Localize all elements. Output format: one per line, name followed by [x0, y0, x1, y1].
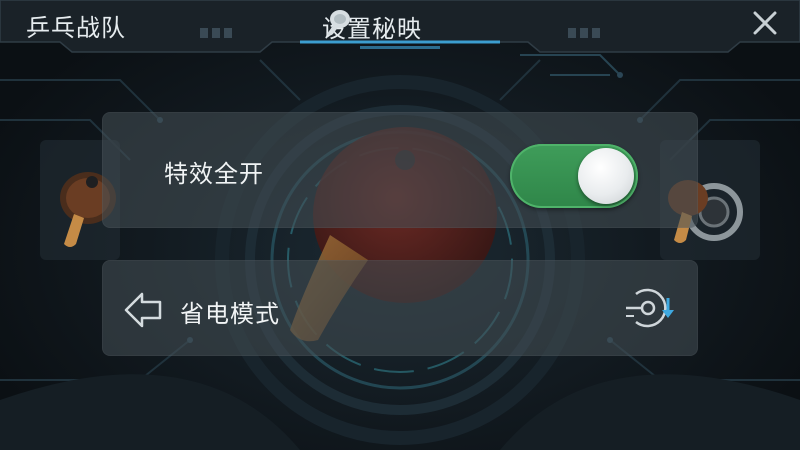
effects-toggle[interactable] [510, 144, 638, 208]
toggle-knob [578, 148, 634, 204]
effects-setting-row: 特效全开 [102, 112, 698, 228]
top-bar: 乒乓战队 设置秘映 [0, 0, 800, 53]
back-arrow-icon [124, 292, 162, 328]
settings-header: 设置秘映 [322, 8, 422, 44]
power-mode-button[interactable] [622, 284, 678, 332]
target-download-icon [626, 288, 674, 328]
power-save-row[interactable]: 省电模式 [102, 260, 698, 356]
close-icon [753, 11, 777, 35]
close-button[interactable] [752, 10, 788, 46]
back-button[interactable] [122, 290, 166, 330]
effects-label: 特效全开 [164, 160, 264, 188]
team-title: 乒乓战队 [26, 14, 126, 42]
game-settings-screen: 乒乓战队 设置秘映 特效全开 省电模式 [0, 0, 800, 450]
power-save-label: 省电模式 [180, 300, 280, 328]
paddle-icon [327, 10, 350, 36]
